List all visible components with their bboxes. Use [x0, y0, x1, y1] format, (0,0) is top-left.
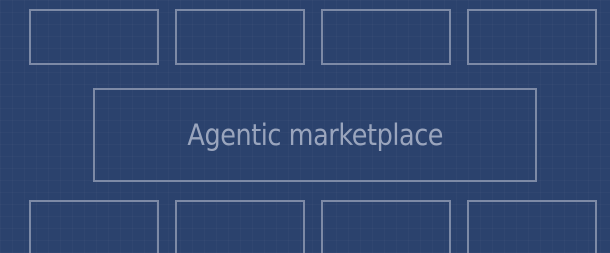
bottom-box-1 — [29, 200, 159, 253]
top-box-2 — [175, 9, 305, 65]
agentic-marketplace-box: Agentic marketplace — [93, 88, 537, 182]
top-box-3 — [321, 9, 451, 65]
bottom-box-4 — [467, 200, 597, 253]
bottom-box-2 — [175, 200, 305, 253]
top-box-1 — [29, 9, 159, 65]
marketplace-diagram: Agentic marketplace — [0, 0, 610, 253]
bottom-box-3 — [321, 200, 451, 253]
top-box-4 — [467, 9, 597, 65]
agentic-marketplace-label: Agentic marketplace — [187, 118, 443, 152]
